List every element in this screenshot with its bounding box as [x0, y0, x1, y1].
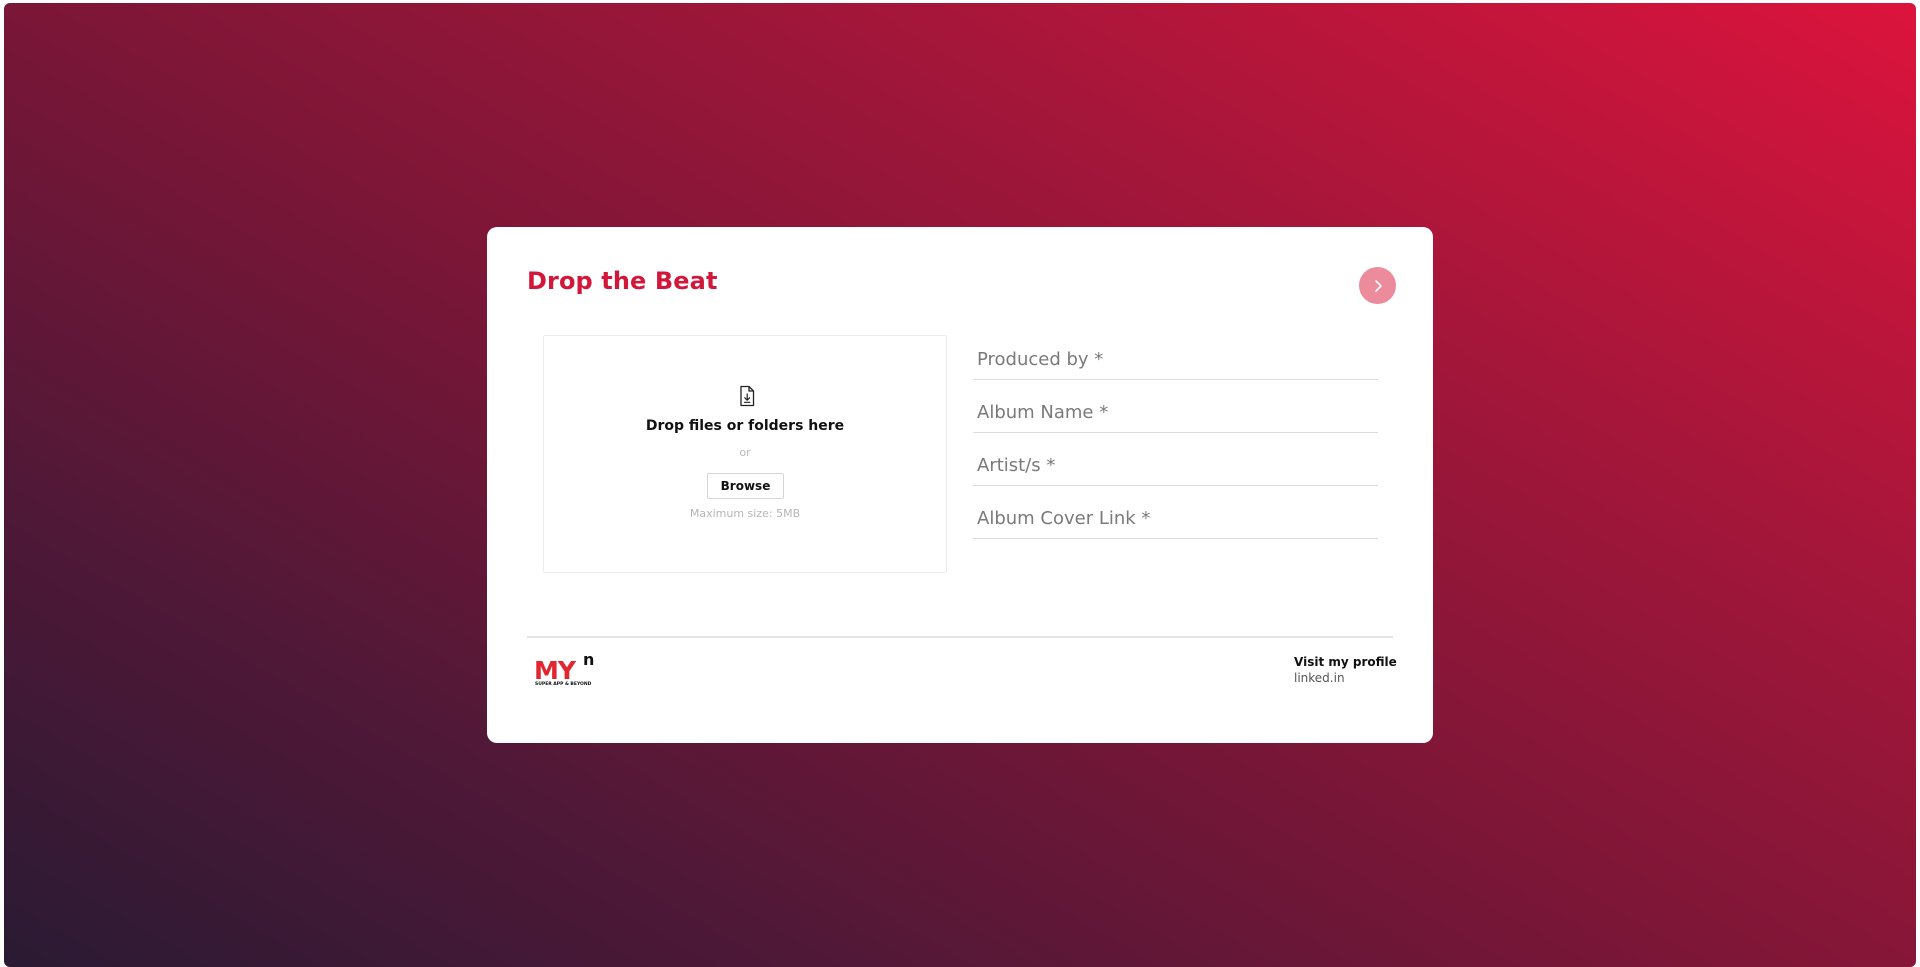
or-separator: or: [739, 446, 751, 459]
footer-divider: [527, 636, 1393, 638]
browse-button[interactable]: Browse: [707, 473, 784, 499]
logo-tagline: SUPER APP & BEYOND: [535, 682, 592, 687]
album-name-input[interactable]: [973, 393, 1378, 433]
drop-instructions: Drop files or folders here: [645, 418, 845, 434]
visit-profile-label: Visit my profile: [1294, 655, 1397, 669]
chevron-right-icon: [1374, 279, 1382, 292]
file-download-icon: [740, 385, 755, 407]
page-background: Drop the Beat Drop files or folders here…: [4, 3, 1916, 967]
artists-input[interactable]: [973, 446, 1378, 486]
logo-wordmark: MY: [534, 656, 576, 685]
file-drop-zone[interactable]: Drop files or folders here or Browse Max…: [543, 335, 947, 573]
upload-card: Drop the Beat Drop files or folders here…: [487, 227, 1433, 743]
card-title: Drop the Beat: [527, 267, 718, 295]
produced-by-input[interactable]: [973, 340, 1378, 380]
max-size-note: Maximum size: 5MB: [689, 507, 801, 520]
album-cover-link-input[interactable]: [973, 499, 1378, 539]
linkedin-link[interactable]: linked.in: [1294, 671, 1345, 685]
myn-logo: MY n SUPER APP & BEYOND: [534, 650, 598, 690]
next-button[interactable]: [1359, 267, 1396, 304]
logo-superscript: n: [583, 650, 595, 669]
